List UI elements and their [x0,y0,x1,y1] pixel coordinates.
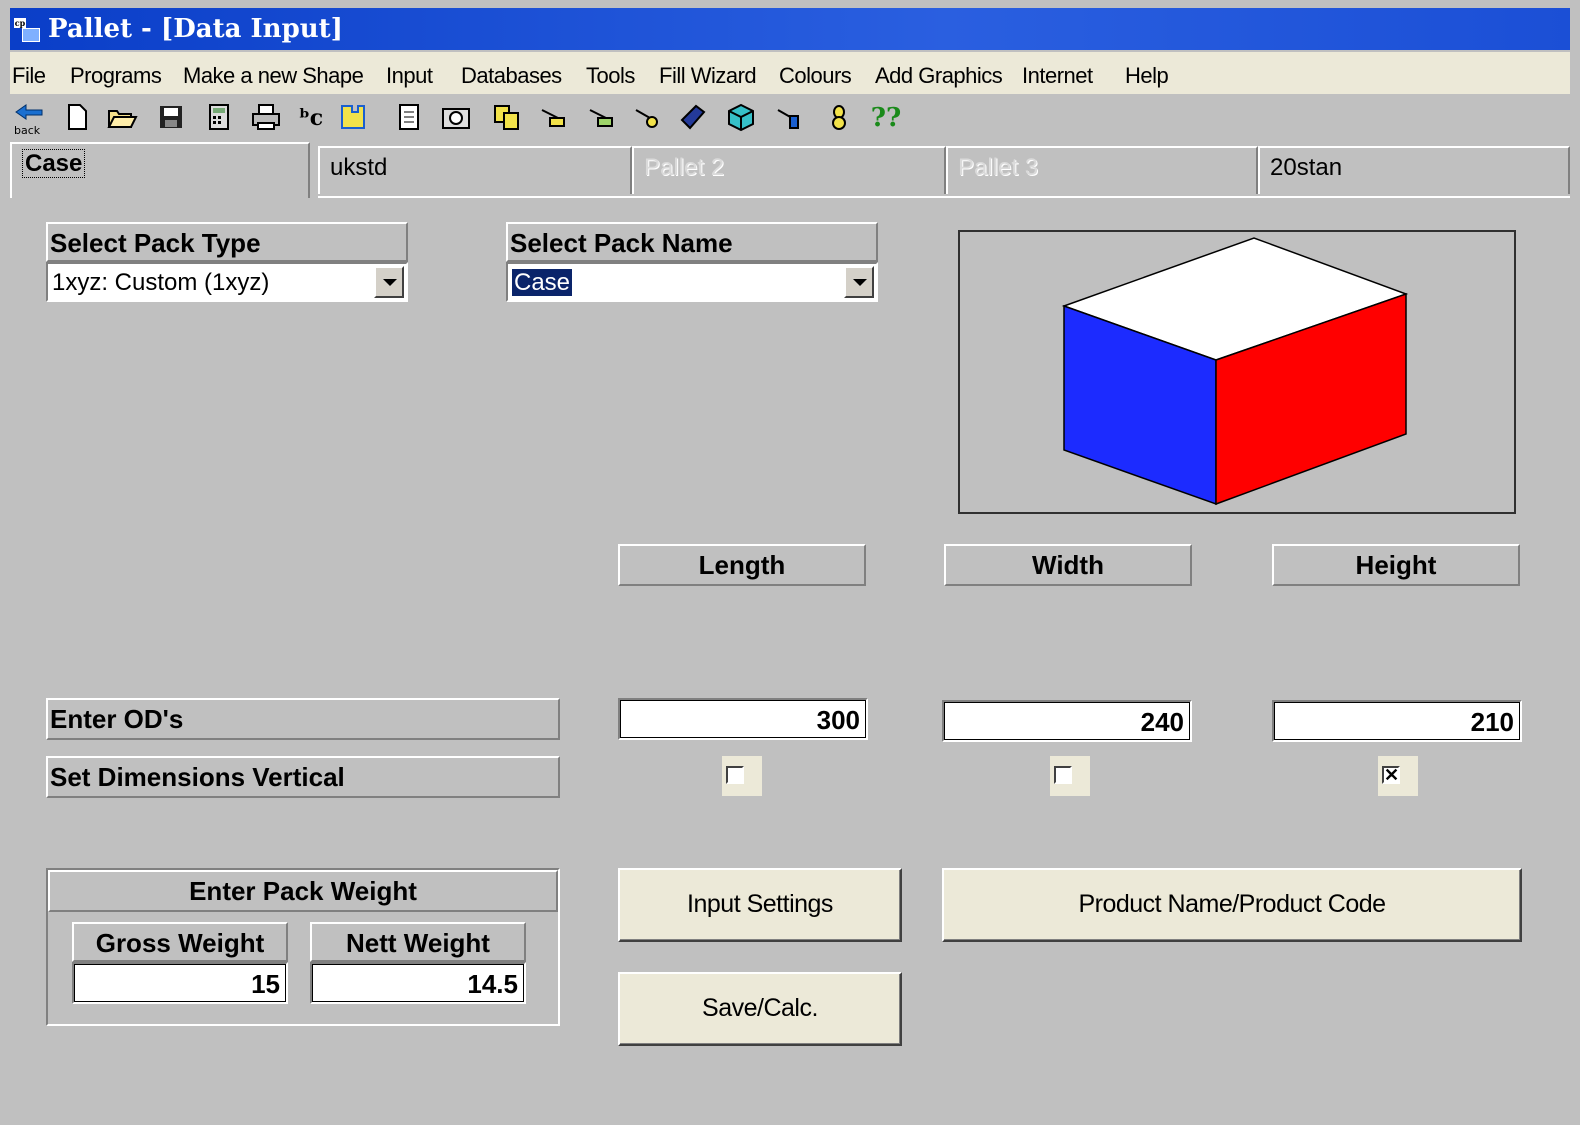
pack-preview [958,230,1516,514]
menu-databases[interactable]: Databases [461,63,562,89]
enter-ods-label: Enter OD's [46,698,560,740]
tab-ukstd-label: ukstd [330,154,388,181]
pallet-tool-3-icon[interactable] [632,102,662,134]
tab-20stan-label: 20stan [1270,154,1343,181]
tab-pallet-2-label: Pallet 2 [644,154,725,181]
menu-add-graphics[interactable]: Add Graphics [875,63,1003,89]
pack-name-dropdown-arrow-icon[interactable] [844,266,874,298]
save-disk-icon[interactable] [156,102,186,134]
set-dimensions-vertical-label: Set Dimensions Vertical [46,756,560,798]
save-calc-button[interactable]: Save/Calc. [618,972,902,1046]
width-vertical-box [1054,766,1072,784]
width-header: Width [944,544,1192,586]
toolbar: back ᵇc ?? [10,98,1570,140]
menu-help[interactable]: Help [1125,63,1169,89]
pack-type-value: 1xyz: Custom (1xyz) [52,269,270,296]
tab-case-label: Case [22,149,86,178]
gross-weight-input[interactable]: 15 [72,962,288,1004]
pallet-tool-2-icon[interactable] [586,102,616,134]
back-label: back [14,124,41,136]
back-icon[interactable]: back [12,102,46,137]
box-3d-icon[interactable] [726,102,756,134]
pallet-tool-4-icon[interactable] [774,102,804,134]
app-icon-text: cp [14,18,26,28]
nett-weight-label: Nett Weight [310,922,526,962]
length-vertical-box [726,766,744,784]
camera-icon[interactable] [440,102,470,134]
book-icon[interactable] [678,102,708,134]
pack-weight-header: Enter Pack Weight [48,870,558,912]
menu-make-new-shape[interactable]: Make a new Shape [183,63,364,89]
menu-internet[interactable]: Internet [1022,63,1093,89]
document-icon[interactable] [394,102,424,134]
product-name-code-button[interactable]: Product Name/Product Code [942,868,1522,942]
pack-name-value: Case [512,269,573,296]
pack-name-header: Select Pack Name [506,222,878,262]
new-file-icon[interactable] [62,102,92,134]
app-icon[interactable]: cp [14,18,40,42]
nett-weight-input[interactable]: 14.5 [310,962,526,1004]
open-folder-icon[interactable] [106,102,138,134]
copy-icon[interactable] [492,102,522,134]
menu-colours[interactable]: Colours [779,63,852,89]
input-settings-button[interactable]: Input Settings [618,868,902,942]
length-input[interactable]: 300 [618,698,868,740]
pack-type-select[interactable]: 1xyz: Custom (1xyz) [46,262,408,302]
puzzle-icon[interactable] [338,102,368,134]
tab-pallet-2: Pallet 2 [632,146,946,194]
calculator-icon[interactable] [204,102,234,134]
spell-abc-icon[interactable]: ᵇc [296,102,326,134]
length-header: Length [618,544,866,586]
data-input-panel: Select Pack Type 1xyz: Custom (1xyz) Sel… [10,198,1570,1118]
help-icon[interactable]: ?? [866,102,906,134]
tab-ukstd[interactable]: ukstd [318,146,632,194]
width-vertical-checkbox[interactable] [1050,756,1090,796]
menu-file[interactable]: File [12,63,46,89]
window-title: Pallet - [Data Input] [48,14,343,44]
pack-name-select[interactable]: Case [506,262,878,302]
print-icon[interactable] [250,102,280,134]
menu-tools[interactable]: Tools [586,63,635,89]
tab-case[interactable]: Case [10,142,310,198]
gross-weight-label: Gross Weight [72,922,288,962]
width-input[interactable]: 240 [942,700,1192,742]
menu-input[interactable]: Input [386,63,433,89]
title-bar: cp Pallet - [Data Input] [10,8,1570,50]
box-3d-preview [1061,237,1409,506]
tab-20stan[interactable]: 20stan [1258,146,1570,194]
application-window: cp Pallet - [Data Input] File Programs M… [10,8,1570,1118]
pallet-tool-icon[interactable] [538,102,568,134]
menu-programs[interactable]: Programs [70,63,162,89]
height-input[interactable]: 210 [1272,700,1522,742]
length-vertical-checkbox[interactable] [722,756,762,796]
menu-fill-wizard[interactable]: Fill Wizard [659,63,757,89]
height-vertical-box: ✕ [1382,765,1400,785]
menu-bar: File Programs Make a new Shape Input Dat… [10,52,1570,94]
height-header: Height [1272,544,1520,586]
pack-type-header: Select Pack Type [46,222,408,262]
tab-strip: Case ukstd Pallet 2 Pallet 3 20stan [10,142,1570,198]
tab-pallet-3: Pallet 3 [946,146,1258,194]
height-vertical-checkbox[interactable]: ✕ [1378,756,1418,796]
tab-pallet-3-label: Pallet 3 [958,154,1039,181]
pack-weight-group: Enter Pack Weight Gross Weight Nett Weig… [46,868,560,1026]
bottle-icon[interactable] [824,102,854,134]
pack-type-dropdown-arrow-icon[interactable] [374,266,404,298]
